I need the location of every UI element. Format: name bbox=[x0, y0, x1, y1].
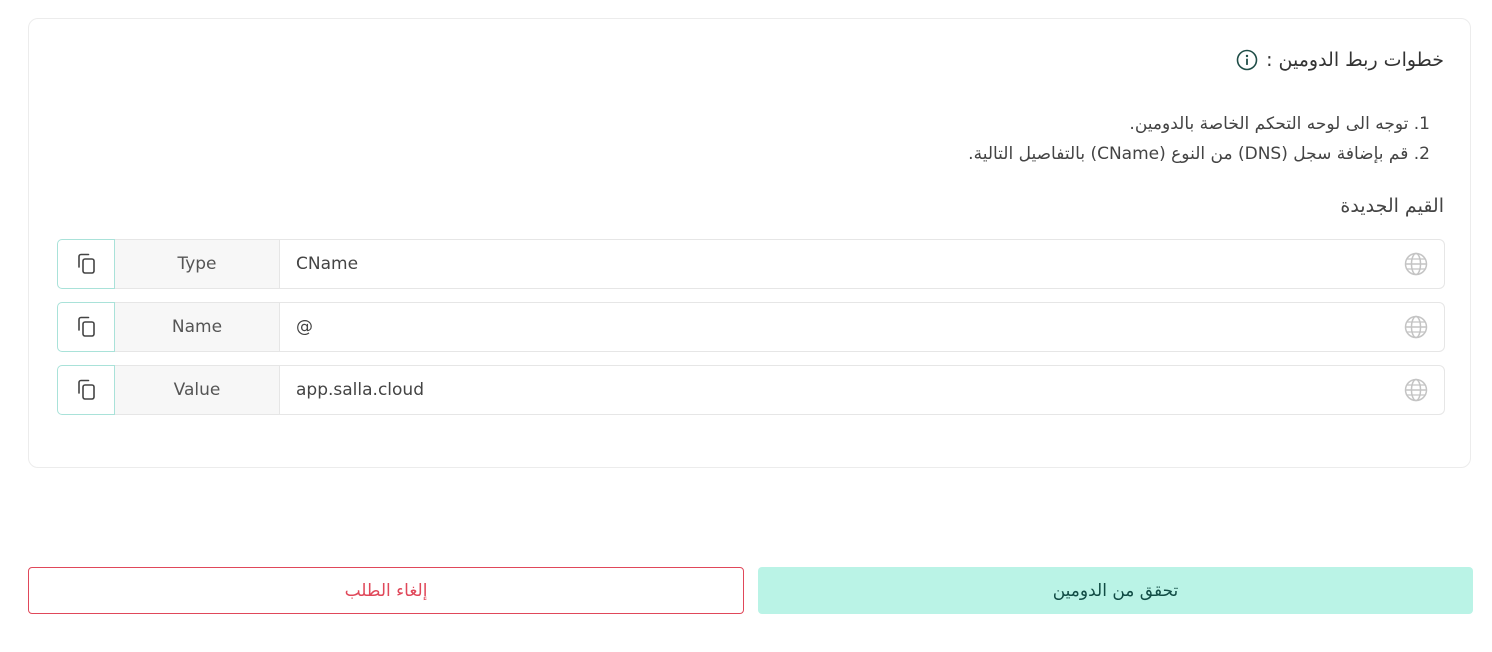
globe-icon bbox=[1404, 252, 1428, 276]
domain-setup-card: خطوات ربط الدومين : 1. توجه الى لوحه الت… bbox=[28, 18, 1471, 468]
record-label: Value bbox=[115, 365, 279, 415]
steps-heading: خطوات ربط الدومين : bbox=[1266, 49, 1444, 71]
copy-icon bbox=[78, 379, 95, 400]
info-icon[interactable] bbox=[1236, 49, 1258, 71]
steps-list: 1. توجه الى لوحه التحكم الخاصة بالدومين.… bbox=[968, 109, 1430, 169]
record-value-field: app.salla.cloud bbox=[279, 365, 1445, 415]
new-values-heading: القيم الجديدة bbox=[1340, 195, 1444, 217]
record-value: app.salla.cloud bbox=[296, 380, 424, 400]
record-value: CName bbox=[296, 254, 359, 274]
record-label: Type bbox=[115, 239, 279, 289]
record-label: Name bbox=[115, 302, 279, 352]
globe-icon bbox=[1404, 378, 1428, 402]
copy-name-button[interactable] bbox=[57, 302, 115, 352]
verify-domain-button[interactable]: تحقق من الدومين bbox=[758, 567, 1473, 614]
record-row-name: Name @ bbox=[57, 302, 1445, 352]
record-value: @ bbox=[296, 317, 313, 337]
copy-icon bbox=[78, 253, 95, 274]
cancel-request-button[interactable]: إلغاء الطلب bbox=[28, 567, 744, 614]
copy-type-button[interactable] bbox=[57, 239, 115, 289]
copy-value-button[interactable] bbox=[57, 365, 115, 415]
record-row-type: Type CName bbox=[57, 239, 1445, 289]
copy-icon bbox=[78, 316, 95, 337]
record-value-field: @ bbox=[279, 302, 1445, 352]
steps-heading-row: خطوات ربط الدومين : bbox=[1236, 49, 1444, 71]
step-item: 2. قم بإضافة سجل (DNS) من النوع (CName) … bbox=[968, 144, 1430, 164]
record-value-field: CName bbox=[279, 239, 1445, 289]
globe-icon bbox=[1404, 315, 1428, 339]
step-item: 1. توجه الى لوحه التحكم الخاصة بالدومين. bbox=[1129, 114, 1430, 134]
record-row-value: Value app.salla.cloud bbox=[57, 365, 1445, 415]
